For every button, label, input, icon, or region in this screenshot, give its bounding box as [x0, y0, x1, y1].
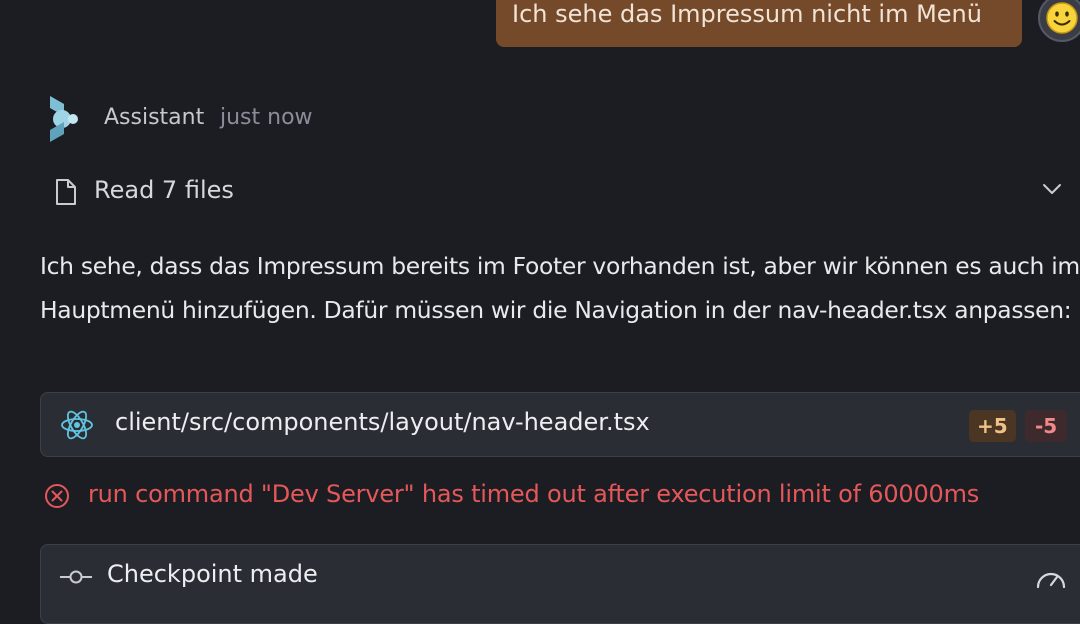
checkpoint-card[interactable]: Checkpoint made — [40, 544, 1080, 624]
assistant-logo — [46, 94, 82, 148]
file-change-card[interactable]: client/src/components/layout/nav-header.… — [40, 392, 1080, 457]
user-message-text: Ich sehe das Impressum nicht im Menü — [512, 0, 982, 28]
files-read-toggle[interactable]: Read 7 files — [40, 170, 1070, 214]
user-avatar[interactable] — [1038, 0, 1080, 42]
checkpoint-label: Checkpoint made — [107, 560, 318, 588]
file-icon — [56, 179, 76, 205]
smiley-avatar-icon — [1046, 2, 1078, 34]
assistant-message-text: Ich sehe, dass das Impressum bereits im … — [40, 252, 1080, 324]
assistant-logo-icon — [50, 96, 78, 142]
user-message-bubble: Ich sehe das Impressum nicht im Menü — [496, 0, 1022, 47]
diff-additions-badge: +5 — [969, 410, 1016, 442]
file-path: client/src/components/layout/nav-header.… — [115, 408, 650, 436]
message-timestamp: just now — [220, 105, 313, 130]
commit-icon — [60, 570, 92, 584]
assistant-name: Assistant — [104, 105, 205, 130]
error-circle-icon — [45, 484, 69, 508]
gauge-icon[interactable] — [1035, 565, 1067, 591]
error-text: run command "Dev Server" has timed out a… — [88, 480, 980, 508]
react-icon — [61, 410, 93, 440]
files-read-label: Read 7 files — [94, 176, 234, 204]
diff-deletions-badge: -5 — [1025, 410, 1068, 442]
chevron-down-icon[interactable] — [1042, 182, 1062, 196]
error-message: run command "Dev Server" has timed out a… — [40, 476, 1080, 516]
